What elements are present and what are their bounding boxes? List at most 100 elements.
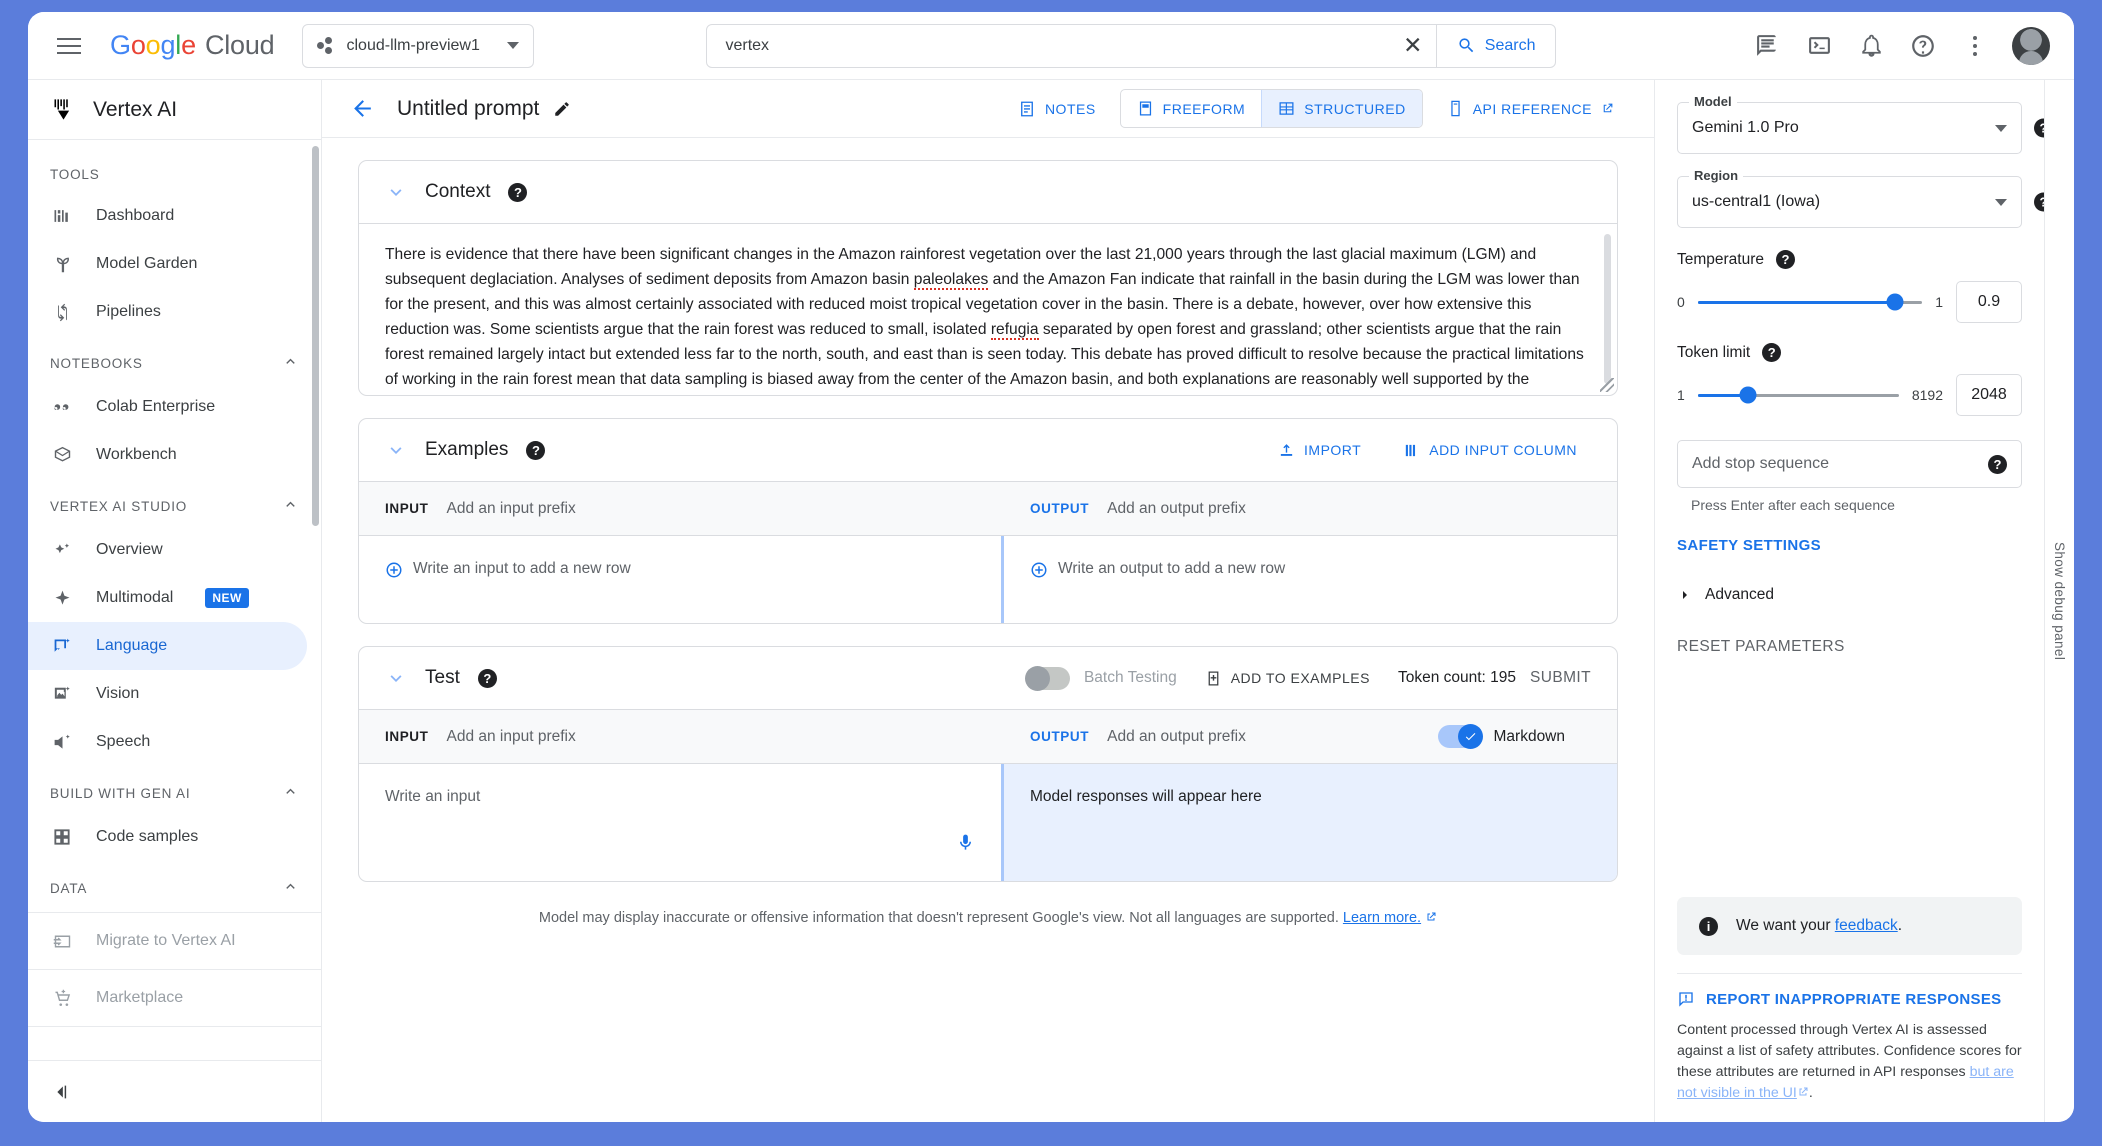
input-prefix-field[interactable]: Add an input prefix: [447, 728, 576, 746]
token-limit-value[interactable]: 2048: [1956, 374, 2022, 416]
chevron-down-icon[interactable]: [385, 667, 407, 689]
sidebar-item-label: Workbench: [96, 446, 177, 463]
google-cloud-logo[interactable]: Google Cloud: [110, 30, 275, 61]
resize-handle-icon[interactable]: [1600, 378, 1614, 392]
sidebar-item-multimodal[interactable]: Multimodal NEW: [28, 574, 307, 622]
sidebar-item-colab-enterprise[interactable]: Colab Enterprise: [28, 383, 307, 431]
report-inappropriate-button[interactable]: REPORT INAPPROPRIATE RESPONSES: [1677, 973, 2022, 1008]
notes-button[interactable]: NOTES: [1004, 91, 1110, 127]
slider-knob[interactable]: [1739, 386, 1757, 404]
close-icon[interactable]: ✕: [1390, 25, 1436, 67]
chevron-down-icon: [507, 42, 520, 49]
help-icon[interactable]: ?: [2034, 118, 2044, 138]
input-prefix-field[interactable]: Add an input prefix: [447, 500, 576, 518]
collapse-nav-button[interactable]: [28, 1060, 321, 1122]
notifications-icon[interactable]: [1848, 23, 1894, 69]
token-limit-min: 1: [1677, 387, 1685, 403]
sidebar-item-pipelines[interactable]: Pipelines: [28, 288, 307, 336]
show-debug-panel-button[interactable]: Show debug panel: [2044, 80, 2074, 1122]
submit-button[interactable]: SUBMIT: [1530, 669, 1591, 687]
sidebar-item-label: Migrate to Vertex AI: [96, 932, 236, 949]
temperature-slider[interactable]: [1697, 293, 1923, 311]
help-icon[interactable]: ?: [477, 668, 497, 688]
temperature-value[interactable]: 0.9: [1956, 281, 2022, 323]
sidebar-item-label: Vision: [96, 685, 140, 702]
feedback-icon[interactable]: [1744, 23, 1790, 69]
structured-tab[interactable]: STRUCTURED: [1261, 90, 1422, 127]
back-arrow-icon[interactable]: [350, 96, 375, 121]
learn-more-link[interactable]: Learn more.: [1343, 910, 1421, 926]
nav-section-data[interactable]: DATA: [28, 861, 321, 908]
help-icon[interactable]: ?: [2034, 192, 2044, 212]
input-tag: INPUT: [385, 501, 429, 516]
sidebar-item-workbench[interactable]: Workbench: [28, 431, 307, 479]
nav-section-label: NOTEBOOKS: [50, 355, 143, 371]
import-button[interactable]: IMPORT: [1264, 433, 1375, 468]
markdown-toggle[interactable]: [1437, 724, 1483, 749]
help-icon[interactable]: [1900, 23, 1946, 69]
examples-output-cell[interactable]: Write an output to add a new row: [1004, 536, 1617, 623]
hamburger-menu-icon[interactable]: [46, 23, 92, 69]
microphone-icon[interactable]: [956, 833, 975, 857]
add-to-examples-button[interactable]: ADD TO EXAMPLES: [1191, 661, 1384, 696]
help-icon[interactable]: ?: [508, 182, 528, 202]
examples-input-cell[interactable]: Write an input to add a new row: [359, 536, 1004, 623]
sidebar-item-marketplace[interactable]: Marketplace: [28, 974, 307, 1022]
more-options-icon[interactable]: [1952, 23, 1998, 69]
test-input-cell[interactable]: Write an input: [359, 764, 1004, 881]
sidebar-item-label: Marketplace: [96, 989, 184, 1006]
api-reference-button[interactable]: API REFERENCE: [1433, 91, 1628, 126]
sidebar-item-label: Speech: [96, 733, 151, 750]
freeform-tab[interactable]: FREEFORM: [1121, 90, 1262, 127]
output-prefix-field[interactable]: Add an output prefix: [1107, 728, 1246, 746]
dashboard-icon: [50, 204, 74, 228]
slider-knob[interactable]: [1886, 293, 1904, 311]
safety-settings-button[interactable]: SAFETY SETTINGS: [1677, 537, 2022, 554]
sidebar-item-language[interactable]: Language: [28, 622, 307, 670]
add-column-icon: [1406, 444, 1416, 456]
add-input-column-button[interactable]: ADD INPUT COLUMN: [1389, 433, 1591, 468]
project-selector[interactable]: cloud-llm-preview1: [302, 23, 535, 68]
batch-testing-toggle[interactable]: [1024, 665, 1070, 691]
sprout-icon: [50, 252, 74, 276]
sidebar-item-migrate-to-vertex-ai[interactable]: Migrate to Vertex AI: [28, 917, 307, 965]
sidebar-item-vision[interactable]: Vision: [28, 670, 307, 718]
context-textarea[interactable]: There is evidence that there have been s…: [359, 223, 1617, 395]
safety-note: Content processed through Vertex AI is a…: [1677, 1020, 2022, 1104]
help-icon[interactable]: ?: [1988, 454, 2007, 474]
context-card-header: Context ?: [359, 161, 1617, 223]
advanced-section-toggle[interactable]: Advanced: [1677, 586, 2022, 604]
toolbar-actions: NOTES FREEFORM STRUCTURED API REFERENCE: [1004, 89, 1628, 128]
token-limit-slider[interactable]: [1697, 386, 1899, 404]
sidebar-item-speech[interactable]: Speech: [28, 718, 307, 766]
sidebar-item-code-samples[interactable]: Code samples: [28, 813, 307, 861]
sidebar-item-model-garden[interactable]: Model Garden: [28, 240, 307, 288]
toggle-knob: [1024, 665, 1050, 691]
chevron-down-icon[interactable]: [385, 439, 407, 461]
stop-sequence-input[interactable]: [1692, 455, 1988, 473]
help-icon[interactable]: ?: [526, 440, 546, 460]
edit-pencil-icon[interactable]: [553, 100, 571, 118]
nav-section-notebooks[interactable]: NOTEBOOKS: [28, 336, 321, 383]
logo-cloud-text: Cloud: [204, 30, 275, 60]
model-selector[interactable]: Model Gemini 1.0 Pro ?: [1677, 94, 2044, 154]
search-input[interactable]: [707, 24, 1390, 67]
help-icon[interactable]: ?: [1776, 250, 1796, 269]
feedback-link[interactable]: feedback: [1835, 917, 1898, 934]
cloud-shell-icon[interactable]: [1796, 23, 1842, 69]
sidebar-item-overview[interactable]: Overview: [28, 526, 307, 574]
advanced-label: Advanced: [1705, 586, 1774, 603]
search-button[interactable]: Search: [1435, 24, 1556, 67]
chevron-down-icon[interactable]: [385, 181, 407, 203]
region-selector[interactable]: Region us-central1 (Iowa) ?: [1677, 168, 2044, 228]
reset-parameters-button[interactable]: RESET PARAMETERS: [1677, 638, 2022, 656]
avatar[interactable]: [2012, 26, 2050, 65]
nav-section-build-with-gen-ai[interactable]: BUILD WITH GEN AI: [28, 766, 321, 813]
nav-section-vertex-ai-studio[interactable]: VERTEX AI STUDIO: [28, 479, 321, 526]
context-scrollbar[interactable]: [1604, 234, 1611, 384]
output-prefix-field[interactable]: Add an output prefix: [1107, 500, 1246, 518]
help-icon[interactable]: ?: [1762, 343, 1782, 362]
sidebar-item-dashboard[interactable]: Dashboard: [28, 192, 307, 240]
product-header[interactable]: Vertex AI: [28, 80, 321, 140]
nav-scrollbar[interactable]: [312, 146, 319, 526]
